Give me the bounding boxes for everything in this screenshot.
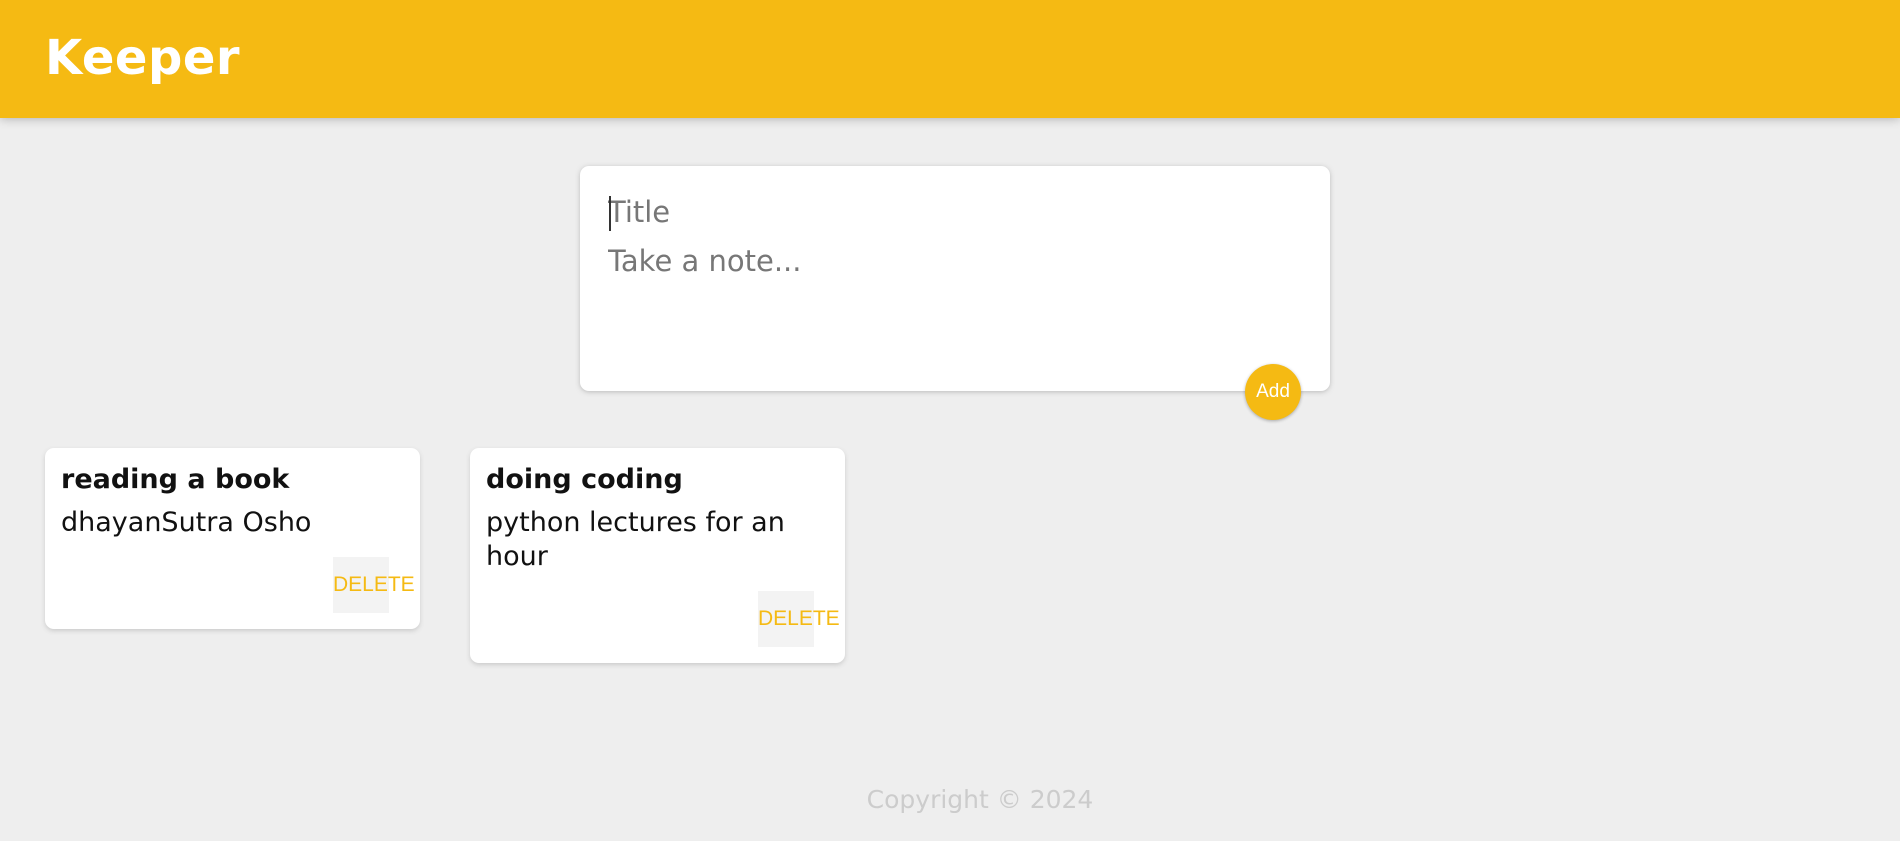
- note-title-input[interactable]: [608, 192, 1298, 232]
- note-content: python lectures for an hour: [486, 507, 785, 572]
- note-title: doing coding: [486, 464, 683, 495]
- note-content-input[interactable]: [608, 244, 1298, 354]
- add-note-button[interactable]: Add: [1245, 364, 1301, 420]
- delete-button-label: DELETE: [758, 607, 840, 630]
- delete-button-label: DELETE: [333, 573, 415, 596]
- copyright-text: Copyright © 2024: [866, 785, 1094, 814]
- note-card: reading a book dhayanSutra Osho DELETE: [45, 448, 420, 629]
- note-title: reading a book: [61, 464, 290, 495]
- delete-note-button[interactable]: DELETE: [333, 557, 415, 613]
- delete-note-button[interactable]: DELETE: [758, 591, 840, 647]
- note-card: doing coding python lectures for an hour…: [470, 448, 845, 663]
- app-title: Keeper: [45, 30, 241, 86]
- note-content: dhayanSutra Osho: [61, 507, 312, 538]
- app-header: Keeper: [0, 0, 1900, 118]
- text-cursor: [609, 196, 611, 231]
- page-footer: Copyright © 2024: [0, 785, 1900, 814]
- create-note-form: [580, 166, 1330, 391]
